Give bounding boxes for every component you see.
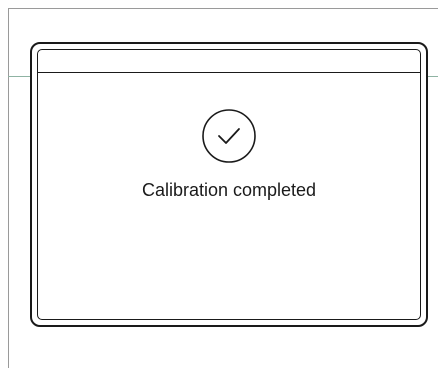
check-circle-icon <box>202 109 256 163</box>
dialog-inner-frame: Calibration completed <box>37 49 421 320</box>
calibration-dialog: Calibration completed <box>30 42 428 327</box>
calibration-status-message: Calibration completed <box>141 180 317 200</box>
dialog-header <box>38 50 420 73</box>
